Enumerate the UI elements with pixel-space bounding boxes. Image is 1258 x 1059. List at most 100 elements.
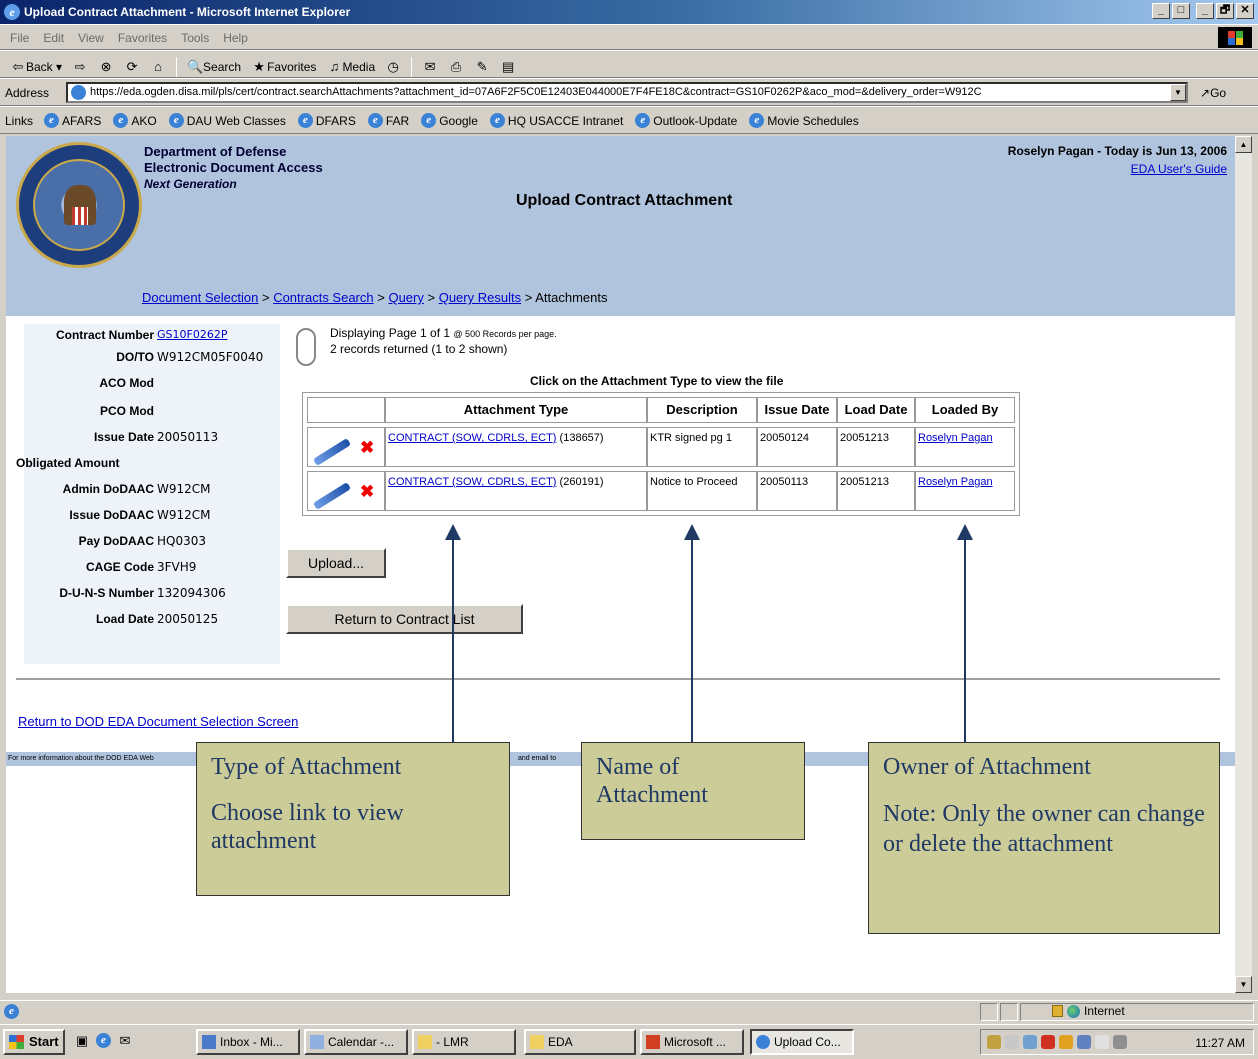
clock: 11:27 AM (1195, 1036, 1245, 1050)
home-icon[interactable]: ⌂ (150, 59, 166, 75)
actions-header (307, 397, 385, 423)
page-icon (71, 85, 86, 100)
print-icon[interactable]: ⎙ (448, 59, 464, 75)
scroll-down-icon[interactable]: ▼ (1235, 976, 1252, 993)
favorites-button[interactable]: ★ Favorites (251, 59, 316, 75)
status-pane (1000, 1003, 1018, 1021)
link-afars[interactable]: e AFARS (44, 113, 101, 128)
connection-icon[interactable] (1059, 1035, 1073, 1049)
back-button[interactable]: ⇦ Back ▾ (10, 59, 63, 75)
users-guide-link[interactable]: EDA User's Guide (1131, 162, 1227, 176)
attachment-type-link[interactable]: CONTRACT (SOW, CDRLS, ECT) (388, 476, 556, 488)
go-arrow-icon: ↗ (1200, 86, 1211, 100)
vertical-scrollbar[interactable]: ▲ ▼ (1235, 136, 1252, 993)
show-desktop-icon[interactable]: ▣ (74, 1033, 90, 1049)
link-dfars[interactable]: e DFARS (297, 113, 356, 128)
go-button[interactable]: ↗Go (1200, 86, 1226, 100)
menu-file[interactable]: File (10, 31, 29, 45)
table-cell-load-date: 20051213 (837, 471, 915, 511)
contract-number-link[interactable]: GS10F0262P (157, 328, 227, 341)
breadcrumb-contracts-search[interactable]: Contracts Search (273, 290, 373, 305)
menu-tools[interactable]: Tools (181, 31, 209, 45)
sync-icon[interactable] (1077, 1035, 1091, 1049)
address-bar: Address https://eda.ogden.disa.mil/pls/c… (0, 78, 1258, 106)
menu-help[interactable]: Help (223, 31, 248, 45)
search-button[interactable]: 🔍Search (187, 59, 241, 75)
taskbar-item-inbox[interactable]: Inbox - Mi... (196, 1029, 300, 1055)
divider (16, 678, 1220, 680)
antivirus-icon[interactable] (1041, 1035, 1055, 1049)
link-google[interactable]: e Google (421, 113, 478, 128)
refresh-icon[interactable]: ⟳ (124, 59, 140, 75)
menu-view[interactable]: View (78, 31, 104, 45)
table-hint: Click on the Attachment Type to view the… (530, 374, 784, 388)
status-pane (980, 1003, 998, 1021)
history-icon[interactable]: ◷ (385, 59, 401, 75)
address-input[interactable]: https://eda.ogden.disa.mil/pls/cert/cont… (66, 82, 1188, 103)
taskbar-item-lmr[interactable]: - LMR (412, 1029, 516, 1055)
window-title-bar[interactable]: e Upload Contract Attachment - Microsoft… (0, 0, 1258, 24)
upload-button[interactable]: Upload... (286, 548, 386, 578)
callout-arrow-line (452, 540, 454, 752)
return-to-dod-eda-link[interactable]: Return to DOD EDA Document Selection Scr… (18, 714, 298, 729)
discuss-icon[interactable]: ▤ (500, 59, 516, 75)
taskbar-item-microsoft[interactable]: Microsoft ... (640, 1029, 744, 1055)
link-movie-schedules[interactable]: e Movie Schedules (749, 113, 859, 128)
callout-owner-of-attachment: Owner of Attachment Note: Only the owner… (868, 742, 1220, 934)
link-far[interactable]: e FAR (367, 113, 409, 128)
tray-icons (987, 1035, 1127, 1049)
edit-pen-icon[interactable] (312, 486, 352, 502)
loaded-by-link[interactable]: Roselyn Pagan (918, 476, 993, 488)
forward-arrow-icon[interactable]: ⇨ (72, 59, 88, 75)
ie-page-icon: e (297, 113, 313, 128)
loaded-by-link[interactable]: Roselyn Pagan (918, 432, 993, 444)
minimize-window-button[interactable]: _ (1196, 3, 1214, 19)
taskbar-item-upload-contract[interactable]: Upload Co... (750, 1029, 854, 1055)
delete-x-icon[interactable]: ✖ (360, 438, 374, 458)
address-url: https://eda.ogden.disa.mil/pls/cert/cont… (90, 86, 982, 98)
link-outlook-update[interactable]: e Outlook-Update (635, 113, 737, 128)
windows-logo-icon (1218, 27, 1252, 48)
attachment-type-link[interactable]: CONTRACT (SOW, CDRLS, ECT) (388, 432, 556, 444)
contract-details-panel: Contract Number GS10F0262P DO/TO W912CM05F… (16, 324, 280, 664)
link-ako[interactable]: e AKO (113, 113, 157, 128)
breadcrumb-query-results[interactable]: Query Results (439, 290, 521, 305)
network-icon[interactable] (987, 1035, 1001, 1049)
hand-icon[interactable] (1023, 1035, 1037, 1049)
document-icon[interactable] (1095, 1035, 1109, 1049)
callout-arrow-head (957, 524, 973, 540)
close-button[interactable]: ✕ (1236, 3, 1254, 19)
system-tray: 11:27 AM (980, 1029, 1254, 1055)
return-to-contract-list-button[interactable]: Return to Contract List (286, 604, 523, 634)
maximize-button[interactable]: □ (1172, 3, 1190, 19)
edit-pen-icon[interactable] (312, 442, 352, 458)
scroll-up-icon[interactable]: ▲ (1235, 136, 1252, 153)
address-dropdown-button[interactable]: ▼ (1170, 84, 1186, 101)
ie-launch-icon[interactable]: e (96, 1033, 111, 1048)
ie-page-icon: e (489, 113, 505, 128)
row-actions: ✖ (307, 471, 385, 511)
pointer-icon[interactable] (1113, 1035, 1127, 1049)
windows-taskbar: Start ▣ e ✉ Inbox - Mi... Calendar -... … (0, 1024, 1258, 1059)
volume-icon[interactable] (1005, 1035, 1019, 1049)
stop-icon[interactable]: ⊗ (98, 59, 114, 75)
taskbar-item-eda[interactable]: EDA (524, 1029, 636, 1055)
media-button[interactable]: ♫ Media (326, 59, 376, 75)
menu-edit[interactable]: Edit (43, 31, 64, 45)
restore-button[interactable]: 🗗 (1216, 3, 1234, 19)
link-hq-usacce-intranet[interactable]: e HQ USACCE Intranet (489, 113, 623, 128)
taskbar-item-calendar[interactable]: Calendar -... (304, 1029, 408, 1055)
breadcrumb-document-selection[interactable]: Document Selection (142, 290, 258, 305)
outlook-icon[interactable]: ✉ (117, 1033, 133, 1049)
link-dau-web-classes[interactable]: e DAU Web Classes (168, 113, 286, 128)
page-content: Department of Defense Electronic Documen… (6, 136, 1235, 993)
mail-icon[interactable]: ✉ (422, 59, 438, 75)
menu-favorites[interactable]: Favorites (118, 31, 167, 45)
minimize-button[interactable]: _ (1152, 3, 1170, 19)
delete-x-icon[interactable]: ✖ (360, 482, 374, 502)
edit-icon[interactable]: ✎ (474, 59, 490, 75)
breadcrumb-query[interactable]: Query (388, 290, 423, 305)
menu-bar: File Edit View Favorites Tools Help (0, 24, 1258, 50)
lock-icon (1052, 1005, 1063, 1017)
start-button[interactable]: Start (3, 1029, 65, 1055)
